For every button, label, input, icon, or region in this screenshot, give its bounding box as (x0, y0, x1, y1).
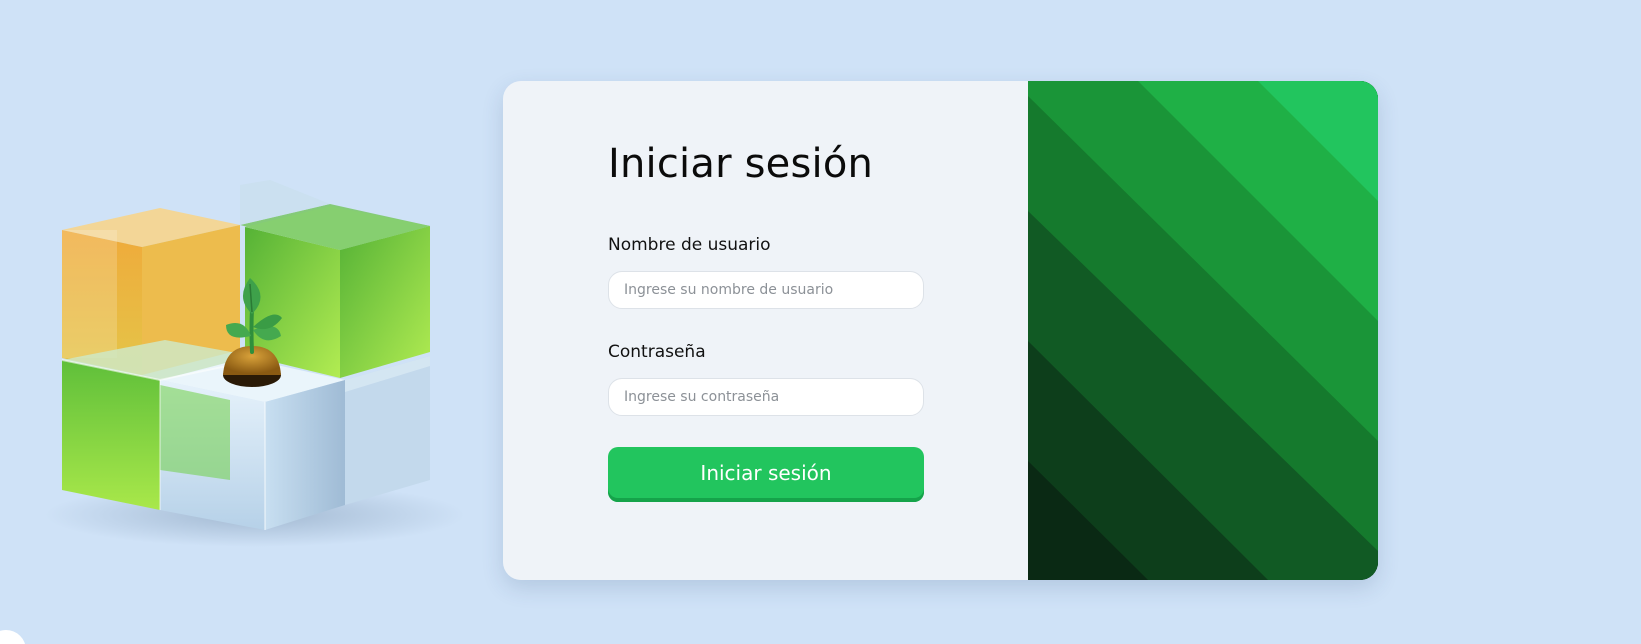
stripes-graphic (1028, 81, 1378, 580)
username-input[interactable] (608, 271, 924, 309)
login-form: Iniciar sesión Nombre de usuario Contras… (608, 138, 924, 502)
corner-decoration (0, 630, 26, 644)
login-button[interactable]: Iniciar sesión (608, 447, 924, 502)
login-form-panel: Iniciar sesión Nombre de usuario Contras… (503, 81, 1028, 580)
login-card: Iniciar sesión Nombre de usuario Contras… (503, 81, 1378, 580)
cube-sprout-icon (30, 180, 470, 560)
page-title: Iniciar sesión (608, 141, 874, 187)
decorative-stripes-panel (1028, 81, 1378, 580)
username-label: Nombre de usuario (608, 235, 771, 255)
password-label: Contraseña (608, 342, 706, 362)
password-input[interactable] (608, 378, 924, 416)
login-page: Iniciar sesión Nombre de usuario Contras… (0, 0, 1641, 644)
